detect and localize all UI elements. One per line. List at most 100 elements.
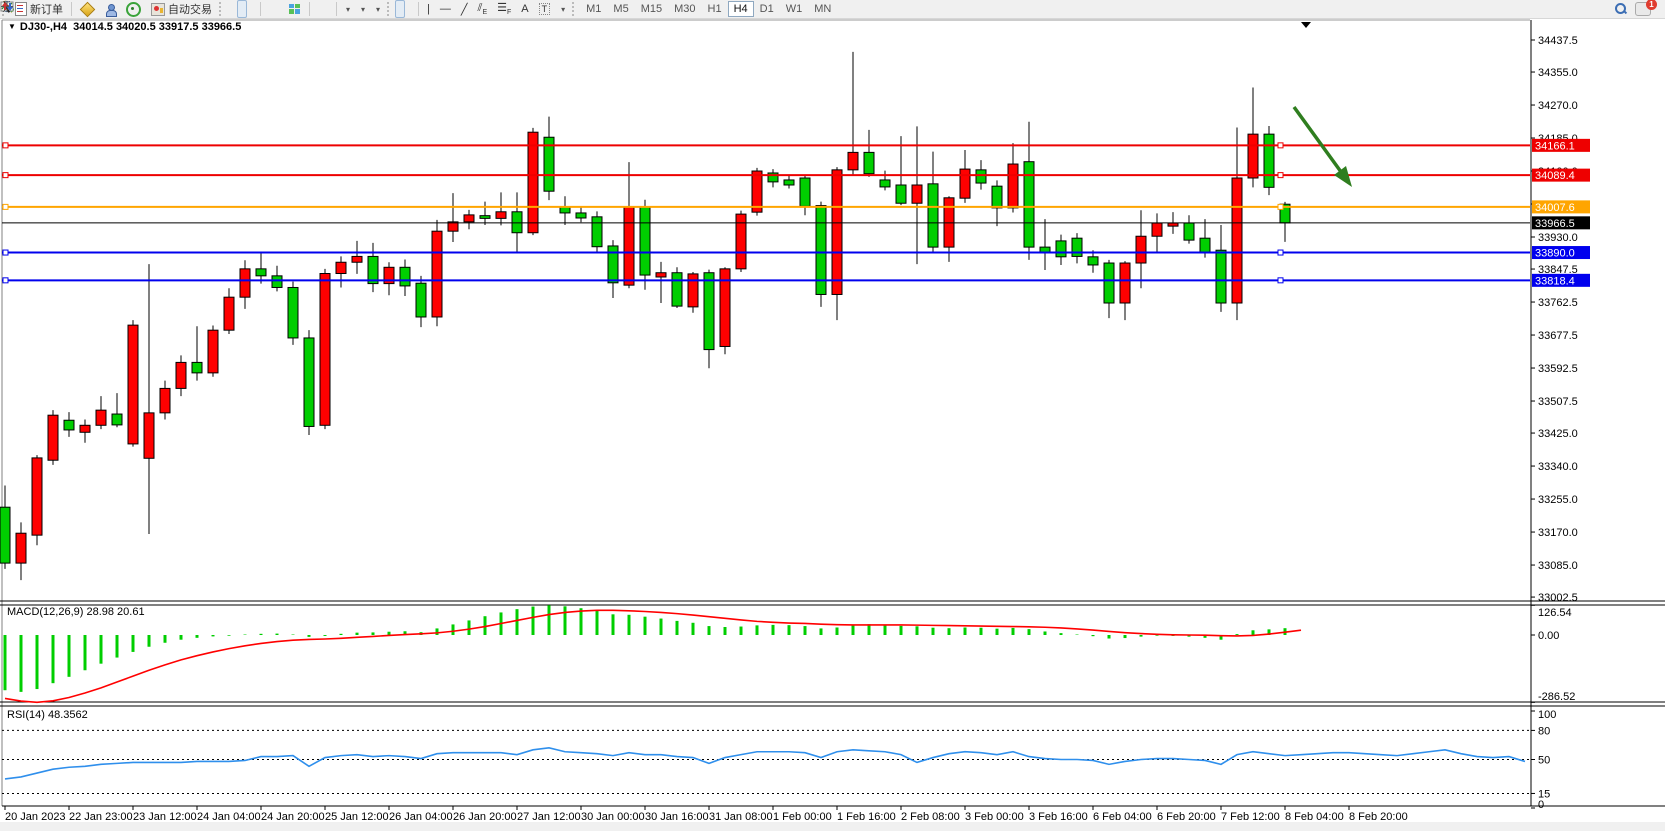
text-label-button[interactable]: T: [534, 0, 556, 18]
line-chart-button[interactable]: [247, 0, 257, 18]
svg-text:30 Jan 16:00: 30 Jan 16:00: [645, 811, 709, 823]
chart-title[interactable]: ▼DJ30-,H4 34014.5 34020.5 33917.5 33966.…: [8, 21, 241, 33]
periods-button[interactable]: ▾: [355, 0, 370, 18]
svg-text:50: 50: [1538, 755, 1550, 767]
svg-text:34355.0: 34355.0: [1538, 67, 1578, 79]
svg-text:24 Jan 20:00: 24 Jan 20:00: [261, 811, 325, 823]
templates-button[interactable]: ▾: [370, 0, 385, 18]
chart-canvas[interactable]: 34437.534355.034270.034185.034100.034015…: [0, 0, 1665, 831]
fibonacci-icon: ☰F: [497, 1, 511, 16]
chevron-down-icon: ▾: [561, 5, 565, 14]
svg-text:33507.5: 33507.5: [1538, 396, 1578, 408]
text-button[interactable]: A: [516, 0, 533, 18]
svg-text:33085.0: 33085.0: [1538, 560, 1578, 572]
svg-text:24 Jan 04:00: 24 Jan 04:00: [197, 811, 261, 823]
tile-windows-button[interactable]: [284, 0, 306, 18]
svg-text:33425.0: 33425.0: [1538, 428, 1578, 440]
timeframe-M30[interactable]: M30: [668, 1, 701, 17]
timeframe-H4[interactable]: H4: [728, 1, 754, 17]
svg-text:6 Feb 04:00: 6 Feb 04:00: [1093, 811, 1152, 823]
svg-text:33340.0: 33340.0: [1538, 461, 1578, 473]
separator: [418, 2, 419, 16]
svg-text:30 Jan 00:00: 30 Jan 00:00: [581, 811, 645, 823]
charts-profile-button[interactable]: [75, 0, 100, 18]
trendline-icon: ╱: [461, 3, 468, 16]
zoom-in-button[interactable]: [264, 0, 274, 18]
svg-text:0.00: 0.00: [1538, 630, 1559, 642]
separator: [71, 2, 72, 16]
separator: [260, 2, 261, 16]
svg-text:33818.4: 33818.4: [1535, 275, 1575, 287]
vertical-line-button[interactable]: |: [422, 0, 435, 18]
svg-text:6 Feb 20:00: 6 Feb 20:00: [1157, 811, 1216, 823]
svg-text:33966.5: 33966.5: [1535, 218, 1575, 230]
indicators-button[interactable]: ▾: [340, 0, 355, 18]
svg-text:33170.0: 33170.0: [1538, 527, 1578, 539]
timeframe-M1[interactable]: M1: [580, 1, 607, 17]
timeframe-D1[interactable]: D1: [754, 1, 780, 17]
fibonacci-button[interactable]: ☰F: [492, 0, 516, 18]
text-label-icon: T: [539, 3, 551, 15]
timeframe-MN[interactable]: MN: [808, 1, 837, 17]
radar-icon: [126, 2, 141, 17]
toolbar-grip: [219, 2, 225, 16]
chat-icon[interactable]: 1: [1635, 2, 1651, 16]
market-watch-button[interactable]: [100, 0, 121, 18]
timeframe-H1[interactable]: H1: [702, 1, 728, 17]
candlestick-chart-button[interactable]: [237, 0, 247, 18]
svg-text:34089.4: 34089.4: [1535, 170, 1575, 182]
svg-text:34166.1: 34166.1: [1535, 140, 1575, 152]
chart-shift-button[interactable]: [323, 0, 333, 18]
svg-text:34270.0: 34270.0: [1538, 100, 1578, 112]
chart-ohlc: 34014.5 34020.5 33917.5 33966.5: [73, 21, 241, 33]
arrows-button[interactable]: ▾: [555, 0, 570, 18]
svg-text:0: 0: [1538, 799, 1544, 811]
chevron-down-icon: ▾: [361, 5, 365, 14]
svg-text:26 Jan 20:00: 26 Jan 20:00: [453, 811, 517, 823]
svg-text:23 Jan 12:00: 23 Jan 12:00: [133, 811, 197, 823]
tile-windows-icon: [289, 4, 301, 15]
cursor-button[interactable]: [395, 0, 405, 18]
search-icon[interactable]: [1615, 3, 1627, 15]
svg-text:1 Feb 16:00: 1 Feb 16:00: [837, 811, 896, 823]
auto-trading-button[interactable]: 自动交易: [146, 0, 217, 18]
timeframe-W1[interactable]: W1: [780, 1, 809, 17]
svg-text:33762.5: 33762.5: [1538, 297, 1578, 309]
svg-text:20 Jan 2023: 20 Jan 2023: [5, 811, 66, 823]
new-order-button[interactable]: 新订单: [10, 0, 68, 18]
auto-trading-label: 自动交易: [168, 1, 212, 17]
profile-icon: [105, 4, 116, 15]
auto-scroll-button[interactable]: [313, 0, 323, 18]
timeframe-bar: M1M5M15M30H1H4D1W1MN: [580, 1, 837, 17]
timeframe-M5[interactable]: M5: [607, 1, 634, 17]
svg-text:100: 100: [1538, 709, 1556, 721]
vertical-line-icon: |: [427, 3, 430, 15]
svg-text:2 Feb 08:00: 2 Feb 08:00: [901, 811, 960, 823]
zoom-out-button[interactable]: [274, 0, 284, 18]
channel-icon: ⫽E: [478, 2, 488, 16]
horizontal-line-button[interactable]: —: [435, 0, 456, 18]
svg-text:22 Jan 23:00: 22 Jan 23:00: [69, 811, 133, 823]
trendline-button[interactable]: ╱: [456, 0, 473, 18]
svg-text:-286.52: -286.52: [1538, 691, 1575, 703]
svg-text:8 Feb 20:00: 8 Feb 20:00: [1349, 811, 1408, 823]
crosshair-button[interactable]: [405, 0, 415, 18]
rsi-indicator-label: RSI(14) 48.3562: [7, 709, 88, 721]
svg-text:34007.6: 34007.6: [1535, 202, 1575, 214]
svg-text:34437.5: 34437.5: [1538, 35, 1578, 47]
svg-text:7 Feb 12:00: 7 Feb 12:00: [1221, 811, 1280, 823]
data-window-button[interactable]: [121, 0, 146, 18]
channel-button[interactable]: ⫽E: [473, 0, 493, 18]
bar-chart-button[interactable]: [227, 0, 237, 18]
timeframe-M15[interactable]: M15: [635, 1, 668, 17]
symbol-dropdown-icon: ▼: [8, 22, 16, 31]
svg-text:26 Jan 04:00: 26 Jan 04:00: [389, 811, 453, 823]
svg-text:25 Jan 12:00: 25 Jan 12:00: [325, 811, 389, 823]
svg-text:80: 80: [1538, 725, 1550, 737]
toolbar-grip: [572, 2, 578, 16]
svg-text:33930.0: 33930.0: [1538, 232, 1578, 244]
svg-text:31 Jan 08:00: 31 Jan 08:00: [709, 811, 773, 823]
svg-text:27 Jan 12:00: 27 Jan 12:00: [517, 811, 581, 823]
svg-text:33677.5: 33677.5: [1538, 330, 1578, 342]
svg-text:1 Feb 00:00: 1 Feb 00:00: [773, 811, 832, 823]
